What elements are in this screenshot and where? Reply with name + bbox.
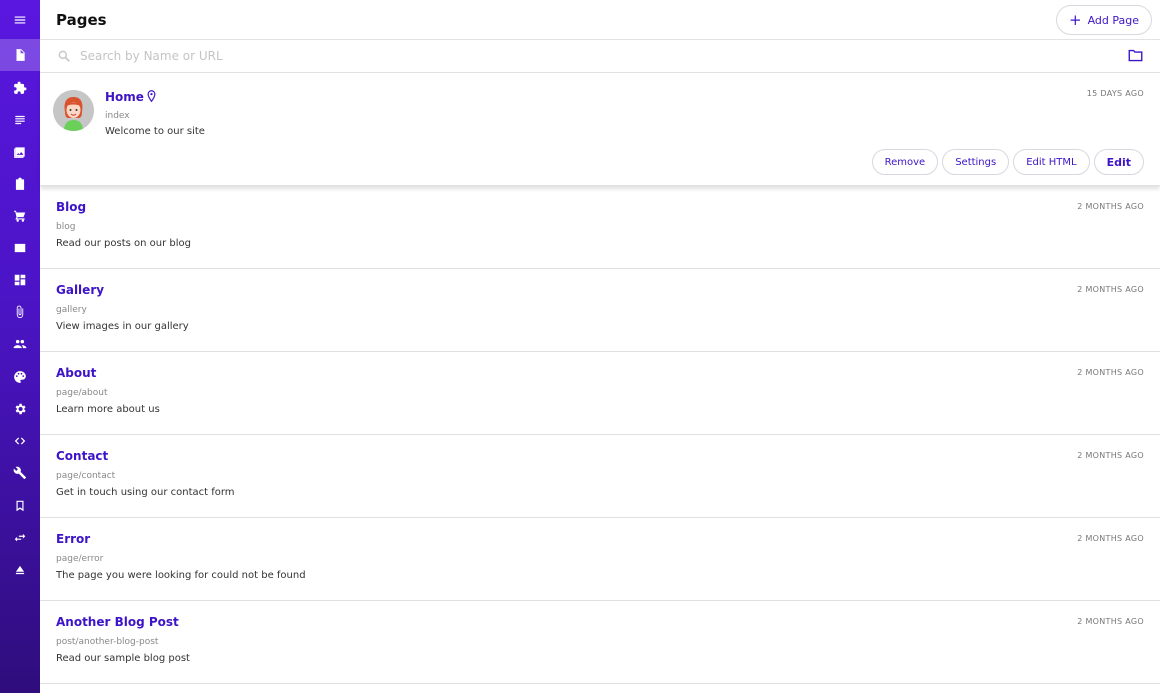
header: Pages + Add Page: [40, 0, 1160, 40]
page-date: 2 MONTHS AGO: [1077, 451, 1144, 460]
search-icon: [58, 50, 70, 62]
page-name[interactable]: About: [56, 366, 96, 380]
page-date: 2 MONTHS AGO: [1077, 368, 1144, 377]
dashboard-icon[interactable]: [0, 264, 40, 296]
palette-icon[interactable]: [0, 361, 40, 393]
list-item[interactable]: Blog blog Read our posts on our blog 2 M…: [40, 186, 1160, 269]
page-description: View images in our gallery: [56, 321, 189, 332]
folder-icon[interactable]: [1128, 49, 1143, 62]
page-name[interactable]: Gallery: [56, 283, 104, 297]
page-title: Pages: [56, 11, 107, 29]
page-description: Get in touch using our contact form: [56, 487, 235, 498]
page-name[interactable]: Contact: [56, 449, 108, 463]
list-item[interactable]: About page/about Learn more about us 2 M…: [40, 352, 1160, 435]
list-item[interactable]: Error page/error The page you were looki…: [40, 518, 1160, 601]
page-description: Welcome to our site: [105, 126, 205, 137]
page-description: Learn more about us: [56, 404, 160, 415]
page-url: blog: [56, 222, 76, 232]
page-url: gallery: [56, 305, 87, 315]
page-date: 2 MONTHS AGO: [1077, 285, 1144, 294]
menu-icon[interactable]: [0, 4, 40, 36]
page-name[interactable]: Blog: [56, 200, 86, 214]
cart-icon[interactable]: [0, 200, 40, 232]
page-description: The page you were looking for could not …: [56, 570, 306, 581]
page-date: 15 DAYS AGO: [1086, 89, 1144, 98]
page-date: 2 MONTHS AGO: [1077, 202, 1144, 211]
code-icon[interactable]: [0, 425, 40, 457]
page-name[interactable]: Home: [105, 90, 144, 104]
page-url: index: [105, 111, 130, 121]
list-item[interactable]: Home index Welcome to our site 15 DAYS A…: [40, 73, 1160, 186]
extension-icon[interactable]: [0, 72, 40, 104]
image-icon[interactable]: [0, 136, 40, 168]
gear-icon[interactable]: [0, 393, 40, 425]
location-pin-icon: [147, 90, 156, 102]
search-bar: [40, 40, 1160, 73]
pages-icon[interactable]: [0, 39, 40, 71]
search-input[interactable]: [80, 46, 980, 66]
mail-icon[interactable]: [0, 232, 40, 264]
page-url: page/about: [56, 388, 108, 398]
page-url: page/contact: [56, 471, 116, 481]
avatar: [53, 90, 94, 131]
edit-button[interactable]: Edit: [1093, 149, 1144, 175]
page-description: Read our posts on our blog: [56, 238, 192, 249]
main-content: Pages + Add Page Search by Name or URL H…: [40, 0, 1160, 693]
page-description: Read our sample blog post: [56, 653, 190, 664]
sidebar: [0, 0, 40, 693]
page-name[interactable]: Error: [56, 532, 90, 546]
page-date: 2 MONTHS AGO: [1077, 617, 1144, 626]
people-icon[interactable]: [0, 328, 40, 360]
wrench-icon[interactable]: [0, 457, 40, 489]
list-item[interactable]: Contact page/contact Get in touch using …: [40, 435, 1160, 518]
eject-icon[interactable]: [0, 554, 40, 586]
attachment-icon[interactable]: [0, 296, 40, 328]
remove-button[interactable]: Remove: [871, 149, 939, 175]
swap-icon[interactable]: [0, 522, 40, 554]
page-url: post/another-blog-post: [56, 637, 159, 647]
page-url: page/error: [56, 554, 104, 564]
plus-icon: +: [1068, 10, 1082, 29]
settings-button[interactable]: Settings: [942, 149, 1010, 175]
add-page-button[interactable]: + Add Page: [1055, 5, 1152, 35]
clipboard-icon[interactable]: [0, 168, 40, 200]
edit-html-button[interactable]: Edit HTML: [1013, 149, 1090, 175]
pages-list: Home index Welcome to our site 15 DAYS A…: [40, 73, 1160, 684]
bookmark-icon[interactable]: [0, 490, 40, 522]
list-item[interactable]: Another Blog Post post/another-blog-post…: [40, 601, 1160, 684]
add-page-label: Add Page: [1087, 13, 1139, 27]
list-item[interactable]: Gallery gallery View images in our galle…: [40, 269, 1160, 352]
page-date: 2 MONTHS AGO: [1077, 534, 1144, 543]
page-name[interactable]: Another Blog Post: [56, 615, 179, 629]
page-actions: Remove Settings Edit HTML Edit: [871, 149, 1144, 175]
list-icon[interactable]: [0, 104, 40, 136]
